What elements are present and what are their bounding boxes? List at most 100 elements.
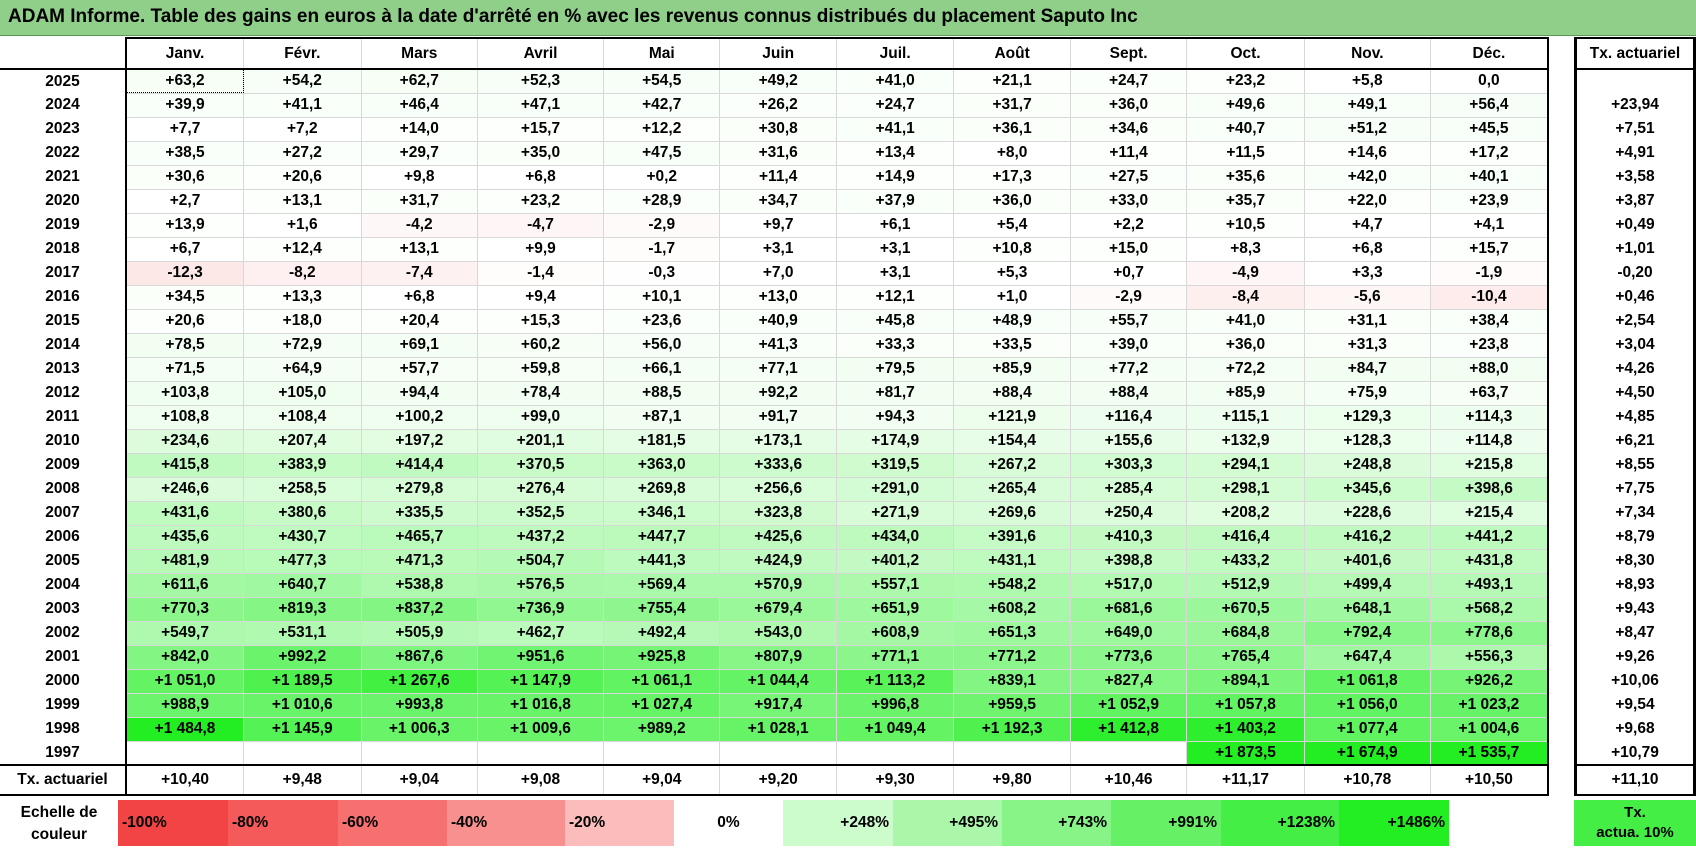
value-cell: +64,9 <box>243 357 362 382</box>
month-header: Mai <box>603 37 721 70</box>
rate-cell: +4,50 <box>1574 381 1696 405</box>
year-cell: 2023 <box>0 117 128 141</box>
table-row: 2020 +2,7 +13,1 +31,7 +23,2 +28,9 +34,7 +37,9 +3… <box>0 189 1549 214</box>
corner-cell <box>0 38 128 70</box>
value-cell: +651,9 <box>836 597 955 622</box>
value-cell: +493,1 <box>1430 573 1549 598</box>
year-cell: 2007 <box>0 501 128 525</box>
value-cell: +31,7 <box>953 93 1071 118</box>
value-cell: +819,3 <box>243 597 362 622</box>
value-cell: +132,9 <box>1186 429 1305 454</box>
value-cell: -4,7 <box>477 213 605 238</box>
value-cell: +115,1 <box>1186 405 1305 430</box>
table-row: 1998 +1 484,8 +1 145,9 +1 006,3 +1 009,6 +989… <box>0 717 1549 742</box>
side-row: +9,68 <box>1574 717 1696 741</box>
value-cell <box>361 741 478 766</box>
value-cell: +77,2 <box>1070 357 1188 382</box>
value-cell: +1 023,2 <box>1430 693 1549 718</box>
value-cell: +7,2 <box>243 117 362 142</box>
value-cell: -8,2 <box>243 261 362 286</box>
year-cell: 2021 <box>0 165 128 189</box>
value-cell: +433,2 <box>1186 549 1305 574</box>
value-cell: +323,8 <box>719 501 837 526</box>
side-row: +1,01 <box>1574 237 1696 261</box>
year-cell: 2004 <box>0 573 128 597</box>
total-cell: +10,50 <box>1430 765 1549 796</box>
value-cell: +346,1 <box>603 501 721 526</box>
year-cell: 2013 <box>0 357 128 381</box>
value-cell: +49,6 <box>1186 93 1305 118</box>
side-row: +8,79 <box>1574 525 1696 549</box>
value-cell: +269,8 <box>603 477 721 502</box>
rate-cell: +8,93 <box>1574 573 1696 597</box>
value-cell: +108,4 <box>243 405 362 430</box>
value-cell: +23,2 <box>1186 69 1305 94</box>
value-cell: +12,2 <box>603 117 721 142</box>
page-title: ADAM Informe. Table des gains en euros à… <box>8 6 1138 27</box>
side-row: +9,26 <box>1574 645 1696 669</box>
value-cell: +45,8 <box>836 309 955 334</box>
value-cell: +1 052,9 <box>1070 693 1188 718</box>
value-cell: +55,7 <box>1070 309 1188 334</box>
value-cell: +1 061,1 <box>603 669 721 694</box>
side-row: +8,47 <box>1574 621 1696 645</box>
value-cell: +608,2 <box>953 597 1071 622</box>
value-cell: +1 192,3 <box>953 717 1071 742</box>
value-cell: +77,1 <box>719 357 837 382</box>
value-cell: +47,5 <box>603 141 721 166</box>
value-cell: +10,1 <box>603 285 721 310</box>
value-cell: +13,3 <box>243 285 362 310</box>
value-cell <box>603 741 721 766</box>
value-cell: +430,7 <box>243 525 362 550</box>
value-cell: +647,4 <box>1304 645 1431 670</box>
value-cell: +684,8 <box>1186 621 1305 646</box>
value-cell: +258,5 <box>243 477 362 502</box>
value-cell: +88,4 <box>1070 381 1188 406</box>
value-cell: +24,7 <box>1070 69 1188 94</box>
side-row: +0,46 <box>1574 285 1696 309</box>
year-cell: 2019 <box>0 213 128 237</box>
value-cell: -10,4 <box>1430 285 1549 310</box>
value-cell: +248,8 <box>1304 453 1431 478</box>
table-row: 2019 +13,9 +1,6 -4,2 -4,7 -2,9 +9,7 +6,1 +5,4 +2,… <box>0 213 1549 238</box>
value-cell: +837,2 <box>361 597 478 622</box>
value-cell: +765,4 <box>1186 645 1305 670</box>
value-cell: +20,6 <box>126 309 245 334</box>
value-cell: +0,7 <box>1070 261 1188 286</box>
value-cell: +1 027,4 <box>603 693 721 718</box>
value-cell: +431,8 <box>1430 549 1549 574</box>
value-cell: +201,1 <box>477 429 605 454</box>
table-row: 2007 +431,6 +380,6 +335,5 +352,5 +346,1 +323,8… <box>0 501 1549 526</box>
table-row: 2002 +549,7 +531,1 +505,9 +462,7 +492,4 +543,0… <box>0 621 1549 646</box>
value-cell: +41,1 <box>243 93 362 118</box>
value-cell: +6,7 <box>126 237 245 262</box>
value-cell: +13,1 <box>243 189 362 214</box>
value-cell: +649,0 <box>1070 621 1188 646</box>
value-cell: +23,6 <box>603 309 721 334</box>
value-cell: +40,1 <box>1430 165 1549 190</box>
value-cell: +771,1 <box>836 645 955 670</box>
value-cell: +20,6 <box>243 165 362 190</box>
table-row: 2022 +38,5 +27,2 +29,7 +35,0 +47,5 +31,6 +13,4 +… <box>0 141 1549 166</box>
month-header: Mars <box>361 37 478 70</box>
value-cell: +256,6 <box>719 477 837 502</box>
value-cell: +60,2 <box>477 333 605 358</box>
value-cell: +129,3 <box>1304 405 1431 430</box>
value-cell: +234,6 <box>126 429 245 454</box>
value-cell: +435,6 <box>126 525 245 550</box>
table-row: 2003 +770,3 +819,3 +837,2 +736,9 +755,4 +679,4… <box>0 597 1549 622</box>
table-row: 2023 +7,7 +7,2 +14,0 +15,7 +12,2 +30,8 +41,1 +36… <box>0 117 1549 142</box>
value-cell: +78,4 <box>477 381 605 406</box>
table-row: 1997 +1 873,5 +1 674,9 +1 535,7 <box>0 741 1549 766</box>
rate-cell: +9,43 <box>1574 597 1696 621</box>
value-cell: +1,6 <box>243 213 362 238</box>
value-cell: +12,4 <box>243 237 362 262</box>
value-cell: +31,1 <box>1304 309 1431 334</box>
value-cell: +543,0 <box>719 621 837 646</box>
value-cell: +1 061,8 <box>1304 669 1431 694</box>
table-row: 2012 +103,8 +105,0 +94,4 +78,4 +88,5 +92,2 +81,… <box>0 381 1549 406</box>
table-row: 2001 +842,0 +992,2 +867,6 +951,6 +925,8 +807,9… <box>0 645 1549 670</box>
value-cell: +88,0 <box>1430 357 1549 382</box>
value-cell: +640,7 <box>243 573 362 598</box>
value-cell: +1 674,9 <box>1304 741 1431 766</box>
